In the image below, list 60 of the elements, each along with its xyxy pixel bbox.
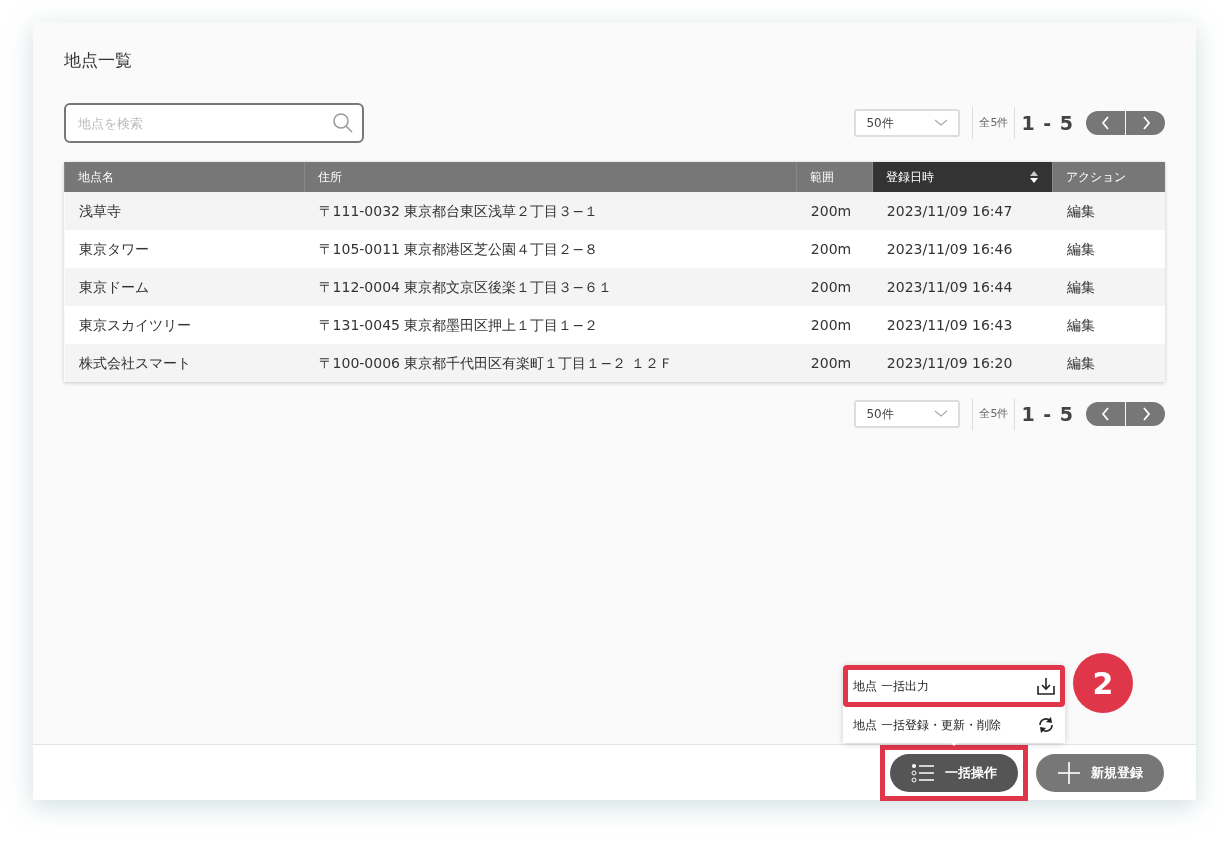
sorted-column-header[interactable]: 登録日時 xyxy=(872,162,1053,193)
download-icon xyxy=(1037,677,1055,695)
table-cell: 2023/11/09 16:20 xyxy=(872,344,1053,383)
bulk-action-button[interactable]: 一括操作 xyxy=(890,753,1018,792)
chevron-down-icon xyxy=(934,410,949,419)
table-cell: 2023/11/09 16:43 xyxy=(872,306,1053,345)
list-icon xyxy=(911,762,935,783)
search-field[interactable]: 地点を検索 xyxy=(64,103,364,144)
table-cell: 200m xyxy=(796,306,873,345)
previous-page-button[interactable] xyxy=(1086,402,1125,427)
table-cell: 200m xyxy=(796,230,873,269)
table-cell: 200m xyxy=(796,192,873,231)
column-header[interactable]: アクション xyxy=(1052,162,1165,193)
new-entry-button[interactable]: 新規登録 xyxy=(1036,753,1164,792)
edit-link[interactable]: 編集 xyxy=(1052,192,1165,231)
table-cell: 〒111-0032 東京都台東区浅草２丁目３−１ xyxy=(304,192,797,231)
total-count: 全5件 xyxy=(979,115,1009,132)
table-cell: 〒131-0045 東京都墨田区押上１丁目１−２ xyxy=(304,306,797,345)
page-size-select[interactable]: 50件 xyxy=(854,109,961,138)
edit-link[interactable]: 編集 xyxy=(1052,268,1165,307)
previous-page-button[interactable] xyxy=(1086,111,1125,136)
table-cell: 〒105-0011 東京都港区芝公園４丁目２−８ xyxy=(304,230,797,269)
table-cell: 〒100-0006 東京都千代田区有楽町１丁目１−２ １２Ｆ xyxy=(304,344,797,383)
menu-item[interactable]: 地点 一括出力 xyxy=(843,665,1065,707)
table-cell: 〒112-0004 東京都文京区後楽１丁目３−６１ xyxy=(304,268,797,307)
table-cell: 東京ドーム xyxy=(64,268,305,307)
step-number: 2 xyxy=(1073,653,1133,713)
chevron-down-icon xyxy=(934,119,949,128)
column-header[interactable]: 住所 xyxy=(304,162,797,193)
table-cell: 200m xyxy=(796,344,873,383)
table-cell: 2023/11/09 16:47 xyxy=(872,192,1053,231)
page-title: 地点一覧 xyxy=(64,50,133,71)
sort-icon xyxy=(1029,170,1040,185)
menu-item[interactable]: 地点 一括登録・更新・削除 xyxy=(843,707,1065,743)
next-page-button[interactable] xyxy=(1126,402,1165,427)
chevron-left-icon xyxy=(1100,116,1111,131)
total-count: 全5件 xyxy=(979,406,1009,423)
table-cell: 200m xyxy=(796,268,873,307)
table-cell: 株式会社スマート xyxy=(64,344,305,383)
edit-link[interactable]: 編集 xyxy=(1052,344,1165,383)
chevron-left-icon xyxy=(1100,407,1111,422)
table-cell: 東京タワー xyxy=(64,230,305,269)
table-cell: 浅草寺 xyxy=(64,192,305,231)
column-header[interactable]: 地点名 xyxy=(64,162,305,193)
column-header[interactable]: 範囲 xyxy=(796,162,873,193)
next-page-button[interactable] xyxy=(1126,111,1165,136)
refresh-icon xyxy=(1037,716,1055,734)
page-size-select[interactable]: 50件 xyxy=(854,400,961,429)
search-icon xyxy=(332,112,354,135)
table-cell: 東京スカイツリー xyxy=(64,306,305,345)
column-label: 登録日時 xyxy=(886,169,935,187)
edit-link[interactable]: 編集 xyxy=(1052,306,1165,345)
chevron-right-icon xyxy=(1140,407,1151,422)
table-cell: 2023/11/09 16:44 xyxy=(872,268,1053,307)
edit-link[interactable]: 編集 xyxy=(1052,230,1165,269)
chevron-right-icon xyxy=(1140,116,1151,131)
page-range: 1 - 5 xyxy=(1021,402,1074,428)
page-range: 1 - 5 xyxy=(1021,111,1074,137)
plus-icon xyxy=(1057,760,1081,785)
table-cell: 2023/11/09 16:46 xyxy=(872,230,1053,269)
